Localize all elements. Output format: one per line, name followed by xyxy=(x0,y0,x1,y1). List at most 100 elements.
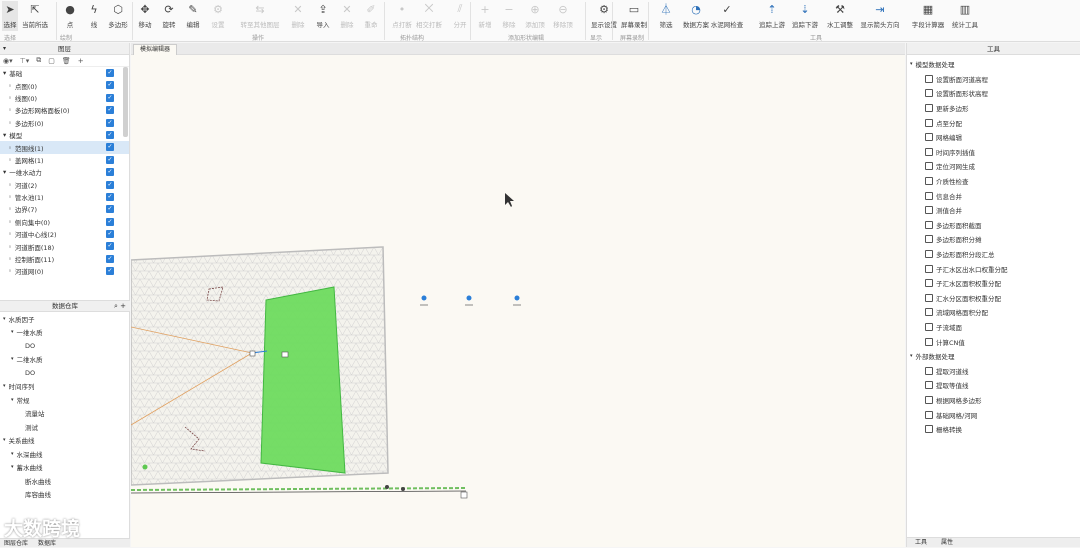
expand-arrow-icon[interactable]: ▾ xyxy=(11,397,14,403)
ribbon-button[interactable]: ▦ 字段计算器 xyxy=(911,1,945,31)
data-tree-node[interactable]: 断水曲线 xyxy=(0,474,130,488)
ribbon-button[interactable]: ⏃ 筛选 xyxy=(656,1,676,31)
ribbon-button[interactable]: ✐ 重命 xyxy=(362,1,380,31)
ribbon-button[interactable]: ✥ 移动 xyxy=(136,1,154,31)
collapse-icon[interactable]: ▾ xyxy=(3,43,6,55)
river-end-node[interactable] xyxy=(460,491,468,499)
data-tree-node[interactable]: DO xyxy=(0,339,130,353)
ribbon-button[interactable]: ➤ 选择 xyxy=(2,1,18,31)
tool-item[interactable]: 信息合并 xyxy=(907,188,1080,203)
data-tree-node[interactable]: ▾ 二维水质 xyxy=(0,353,130,367)
filter-icon[interactable]: ⊤▾ xyxy=(20,57,30,65)
layer-checkbox[interactable]: ✓ xyxy=(106,205,114,214)
eye-icon[interactable]: ◉▾ xyxy=(3,57,13,65)
ribbon-button[interactable]: ✕ 删除 xyxy=(339,1,355,31)
ribbon-button[interactable]: ϟ线 xyxy=(86,1,102,31)
tool-category[interactable]: ▾ 模型数据处理 xyxy=(907,57,1080,72)
data-tree-node[interactable]: 库容曲线 xyxy=(0,488,130,502)
ribbon-button[interactable]: ⚙ 显示设置 xyxy=(589,1,619,31)
data-tree-node[interactable]: ▾ 时间序列 xyxy=(0,380,130,394)
data-tree-node[interactable]: ▾ 水质因子 xyxy=(0,312,130,326)
tab-tools[interactable]: 工具 xyxy=(915,538,927,547)
gauge-station-2[interactable] xyxy=(465,295,473,306)
layer-checkbox[interactable]: ✓ xyxy=(106,230,114,239)
layer-item[interactable]: ◦ 控制断面(11) ✓ xyxy=(0,253,129,265)
data-tree-node[interactable]: ▾ 蓄水曲线 xyxy=(0,461,130,475)
tool-item[interactable]: 栅格转换 xyxy=(907,422,1080,437)
layer-item[interactable]: ◦ 河道网(0) ✓ xyxy=(0,265,129,277)
river-node-1[interactable] xyxy=(385,485,389,489)
ribbon-button[interactable]: ⇱ 当前所选 xyxy=(21,1,49,31)
ribbon-button[interactable]: ▥ 统计工具 xyxy=(950,1,980,31)
layer-item[interactable]: ◦ 边界(7) ✓ xyxy=(0,203,129,215)
new-layer-icon[interactable]: ▢ xyxy=(48,57,55,65)
tool-item[interactable]: 根据网格多边形 xyxy=(907,393,1080,408)
tool-item[interactable]: 子汇水区面积权重分配 xyxy=(907,276,1080,291)
layer-checkbox[interactable]: ✓ xyxy=(106,192,114,201)
expand-arrow-icon[interactable]: ▾ xyxy=(3,437,6,443)
river-node-2[interactable] xyxy=(401,487,405,491)
expand-arrow-icon[interactable]: ▾ xyxy=(11,356,14,362)
expand-arrow-icon[interactable]: ▾ xyxy=(11,451,14,457)
layer-item[interactable]: ◦ 盖网格(1) ✓ xyxy=(0,154,129,166)
tool-item[interactable]: 流域网格面积分配 xyxy=(907,305,1080,320)
data-tree-node[interactable]: 流量站 xyxy=(0,407,130,421)
ribbon-button[interactable]: ◔ 数据方案 xyxy=(682,1,710,31)
ribbon-button[interactable]: ✎ 编辑 xyxy=(184,1,202,31)
layer-item[interactable]: ◦ 河道(2) ✓ xyxy=(0,179,129,191)
expand-arrow-icon[interactable]: ▾ xyxy=(11,329,14,335)
layer-checkbox[interactable]: ✓ xyxy=(106,217,114,226)
tool-item[interactable]: 更新多边形 xyxy=(907,101,1080,116)
tool-item[interactable]: 多边形面积分摊 xyxy=(907,232,1080,247)
ribbon-button[interactable]: ⇥ 显示箭头方向 xyxy=(858,1,902,31)
layer-item[interactable]: ◦ 河道断面(18) ✓ xyxy=(0,240,129,252)
layer-item[interactable]: ◦ 多边形(0) ✓ xyxy=(0,117,129,129)
layer-group[interactable]: ▾ 一维水动力 ✓ xyxy=(0,166,129,178)
map-canvas[interactable]: 模拟编辑器 xyxy=(131,43,905,547)
search-add-icon[interactable]: ⌕ + xyxy=(114,301,126,312)
tool-item[interactable]: 定位河网生成 xyxy=(907,159,1080,174)
junction-node[interactable] xyxy=(249,350,256,357)
layer-item[interactable]: ◦ 范围线(1) ✓ xyxy=(0,141,129,154)
data-tree-node[interactable]: ▾ 水深曲线 xyxy=(0,447,130,461)
layer-group[interactable]: ▾ 基础 ✓ xyxy=(0,67,129,79)
ribbon-button[interactable]: ✓ 水泥网检查 xyxy=(710,1,744,31)
ribbon-button[interactable]: ⇆ 转至其他图层 xyxy=(238,1,282,31)
layer-checkbox[interactable]: ✓ xyxy=(106,130,114,139)
tool-item[interactable]: 点至分配 xyxy=(907,115,1080,130)
layer-checkbox[interactable]: ✓ xyxy=(106,81,114,90)
ribbon-button[interactable]: ⇪ 导入 xyxy=(315,1,331,31)
tool-item[interactable]: 时间序列插值 xyxy=(907,145,1080,160)
layer-checkbox[interactable]: ✓ xyxy=(106,180,114,189)
layer-checkbox[interactable]: ✓ xyxy=(106,254,114,263)
layer-item[interactable]: ◦ 侧向集中(0) ✓ xyxy=(0,216,129,228)
layer-checkbox[interactable]: ✓ xyxy=(106,143,114,152)
ribbon-button[interactable]: + 新增 xyxy=(476,1,494,31)
gauge-station-3[interactable] xyxy=(513,295,521,306)
ribbon-button[interactable]: ▭ 屏幕录制 xyxy=(621,1,647,31)
tool-item[interactable]: 计算CN值 xyxy=(907,334,1080,349)
tool-item[interactable]: 设置断面河道高程 xyxy=(907,72,1080,87)
add-icon[interactable]: + xyxy=(78,57,84,65)
tool-item[interactable]: 子汇水区出水口权重分配 xyxy=(907,261,1080,276)
tool-item[interactable]: 子流域面 xyxy=(907,320,1080,335)
layer-checkbox[interactable]: ✓ xyxy=(106,267,114,276)
ribbon-button[interactable]: ⇣ 追踪下游 xyxy=(790,1,820,31)
tool-item[interactable]: 网格编辑 xyxy=(907,130,1080,145)
layer-checkbox[interactable]: ✓ xyxy=(106,155,114,164)
ribbon-button[interactable]: ✕ 删除 xyxy=(290,1,306,31)
tool-category[interactable]: ▾ 外部数据处理 xyxy=(907,349,1080,364)
copy-icon[interactable]: ⧉ xyxy=(36,56,41,65)
data-tree-node[interactable]: 测试 xyxy=(0,420,130,434)
delete-icon[interactable]: 🗑 xyxy=(62,57,71,65)
layer-group[interactable]: ▾ 模型 ✓ xyxy=(0,129,129,141)
ribbon-button[interactable]: ⊖ 移除顶 xyxy=(551,1,575,31)
tool-item[interactable]: 多边形面积截面 xyxy=(907,218,1080,233)
layer-checkbox[interactable]: ✓ xyxy=(106,118,114,127)
ribbon-button[interactable]: ⊕ 添加顶 xyxy=(523,1,547,31)
sink-node[interactable] xyxy=(281,351,289,358)
tool-item[interactable]: 汇水分区面积权重分配 xyxy=(907,291,1080,306)
layer-item[interactable]: ◦ 管水池(1) ✓ xyxy=(0,191,129,203)
green-point[interactable] xyxy=(142,464,148,470)
layer-item[interactable]: ◦ 点图(0) ✓ xyxy=(0,79,129,91)
